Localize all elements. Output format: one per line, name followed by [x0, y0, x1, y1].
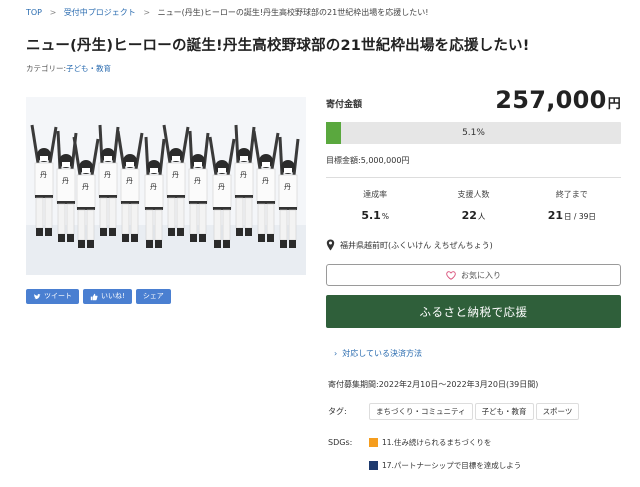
stat-value: 21日 / 39日: [523, 209, 621, 222]
donation-amount-label: 寄付金額: [326, 100, 363, 110]
stat-number: 21: [547, 209, 564, 222]
stat-unit: 人: [477, 212, 486, 221]
breadcrumb: TOP > 受付中プロジェクト > ニュー(丹生)ヒーローの誕生!丹生高校野球部…: [26, 7, 428, 18]
heart-icon: [446, 270, 456, 280]
chevron-right-icon: ›: [334, 349, 338, 358]
breadcrumb-current: ニュー(丹生)ヒーローの誕生!丹生高校野球部の21世紀枠出場を応援したい!: [157, 8, 429, 17]
stat-days-remaining: 終了まで 21日 / 39日: [523, 189, 621, 222]
svg-text:丹: 丹: [194, 177, 201, 185]
sdg-row: 17.パートナーシップで目標を達成しよう: [328, 454, 621, 477]
svg-text:丹: 丹: [172, 171, 179, 179]
stat-label: 支援人数: [457, 190, 490, 199]
like-label: いいね!: [101, 292, 125, 300]
stat-number: 5.1: [361, 209, 381, 222]
category-label: カテゴリー:: [26, 64, 67, 73]
donation-amount-unit: 円: [607, 97, 621, 112]
stat-supporters: 支援人数 22人: [424, 189, 522, 222]
thumbs-up-icon: [90, 293, 98, 300]
donation-amount: 257,000円: [495, 86, 621, 114]
share-label: シェア: [142, 292, 164, 300]
svg-text:丹: 丹: [218, 183, 225, 191]
page-title: ニュー(丹生)ヒーローの誕生!丹生高校野球部の21世紀枠出場を応援したい!: [26, 38, 530, 54]
donation-amount-row: 寄付金額 257,000円: [326, 84, 621, 114]
svg-text:丹: 丹: [104, 171, 111, 179]
category-link[interactable]: 子ども・教育: [66, 64, 111, 73]
stat-number: 22: [461, 209, 477, 222]
tag-sports[interactable]: スポーツ: [535, 403, 580, 420]
favorite-label: お気に入り: [461, 270, 501, 280]
progress-bar: 5.1%: [326, 122, 621, 144]
sdg-item-11[interactable]: 11.住み続けられるまちづくりを: [369, 437, 491, 448]
tweet-label: ツイート: [44, 292, 72, 300]
svg-text:丹: 丹: [126, 177, 133, 185]
svg-text:丹: 丹: [284, 183, 291, 191]
stat-value: 22人: [424, 209, 522, 222]
payment-methods-link[interactable]: › 対応している決済方法: [334, 348, 422, 359]
stat-label: 達成率: [363, 190, 388, 199]
donation-period: 寄付募集期間:2022年2月10日～2022年3月20日(39日間): [328, 380, 539, 389]
stat-value: 5.1%: [326, 209, 424, 222]
category: カテゴリー:子ども・教育: [26, 63, 111, 74]
like-button[interactable]: いいね!: [83, 289, 132, 304]
donate-button[interactable]: ふるさと納税で応援: [326, 295, 621, 328]
progress-text: 5.1%: [462, 128, 485, 138]
sdgs-label: SDGs:: [328, 438, 353, 447]
payment-methods-label: 対応している決済方法: [342, 349, 422, 358]
sdg-row: SDGs: 11.住み続けられるまちづくりを: [328, 431, 621, 454]
svg-text:丹: 丹: [150, 183, 157, 191]
stat-unit: 日 / 39日: [564, 212, 596, 221]
donation-amount-value: 257,000: [495, 86, 607, 114]
stat-unit: %: [381, 212, 389, 221]
divider: [326, 177, 621, 178]
svg-text:丹: 丹: [82, 183, 89, 191]
twitter-bird-icon: [33, 293, 41, 299]
map-pin-icon: [326, 239, 335, 251]
share-buttons: ツイート いいね! シェア: [26, 289, 171, 304]
stats: 達成率 5.1% 支援人数 22人 終了まで 21日 / 39日: [326, 189, 621, 222]
tweet-button[interactable]: ツイート: [26, 289, 79, 304]
stat-achievement-rate: 達成率 5.1%: [326, 189, 424, 222]
goal-amount: 目標金額:5,000,000円: [326, 156, 410, 165]
stat-label: 終了まで: [555, 190, 588, 199]
breadcrumb-projects-link[interactable]: 受付中プロジェクト: [64, 8, 136, 17]
favorite-button[interactable]: お気に入り: [326, 264, 621, 286]
sdg-17-icon: [369, 461, 378, 470]
svg-text:丹: 丹: [62, 177, 69, 185]
tags: タグ: まちづくり・コミュニティ 子ども・教育 スポーツ: [328, 403, 621, 420]
sdg-11-icon: [369, 438, 378, 447]
sdgs: SDGs: 11.住み続けられるまちづくりを 17.パートナーシップで目標を達成…: [328, 431, 621, 477]
location-text: 福井県越前町(ふくいけん えちぜんちょう): [340, 240, 493, 250]
svg-text:丹: 丹: [240, 171, 247, 179]
svg-text:丹: 丹: [262, 177, 269, 185]
tag-children-education[interactable]: 子ども・教育: [474, 403, 534, 420]
breadcrumb-separator: >: [49, 8, 57, 17]
sdg-label: 17.パートナーシップで目標を達成しよう: [382, 461, 522, 470]
location: 福井県越前町(ふくいけん えちぜんちょう): [326, 239, 493, 251]
sdg-label: 11.住み続けられるまちづくりを: [382, 438, 492, 447]
breadcrumb-separator: >: [143, 8, 151, 17]
project-photo: 丹丹丹丹丹丹丹丹丹丹丹丹: [26, 97, 306, 275]
share-button[interactable]: シェア: [135, 289, 171, 304]
team-photo-illustration: 丹丹丹丹丹丹丹丹丹丹丹丹: [26, 97, 306, 275]
sdg-item-17[interactable]: 17.パートナーシップで目標を達成しよう: [369, 460, 521, 471]
breadcrumb-top-link[interactable]: TOP: [26, 8, 42, 17]
tag-community[interactable]: まちづくり・コミュニティ: [369, 403, 473, 420]
svg-text:丹: 丹: [40, 171, 47, 179]
tags-label: タグ:: [328, 407, 347, 416]
donation-panel: 寄付金額 257,000円 5.1% 目標金額:5,000,000円 達成率 5…: [326, 84, 621, 470]
